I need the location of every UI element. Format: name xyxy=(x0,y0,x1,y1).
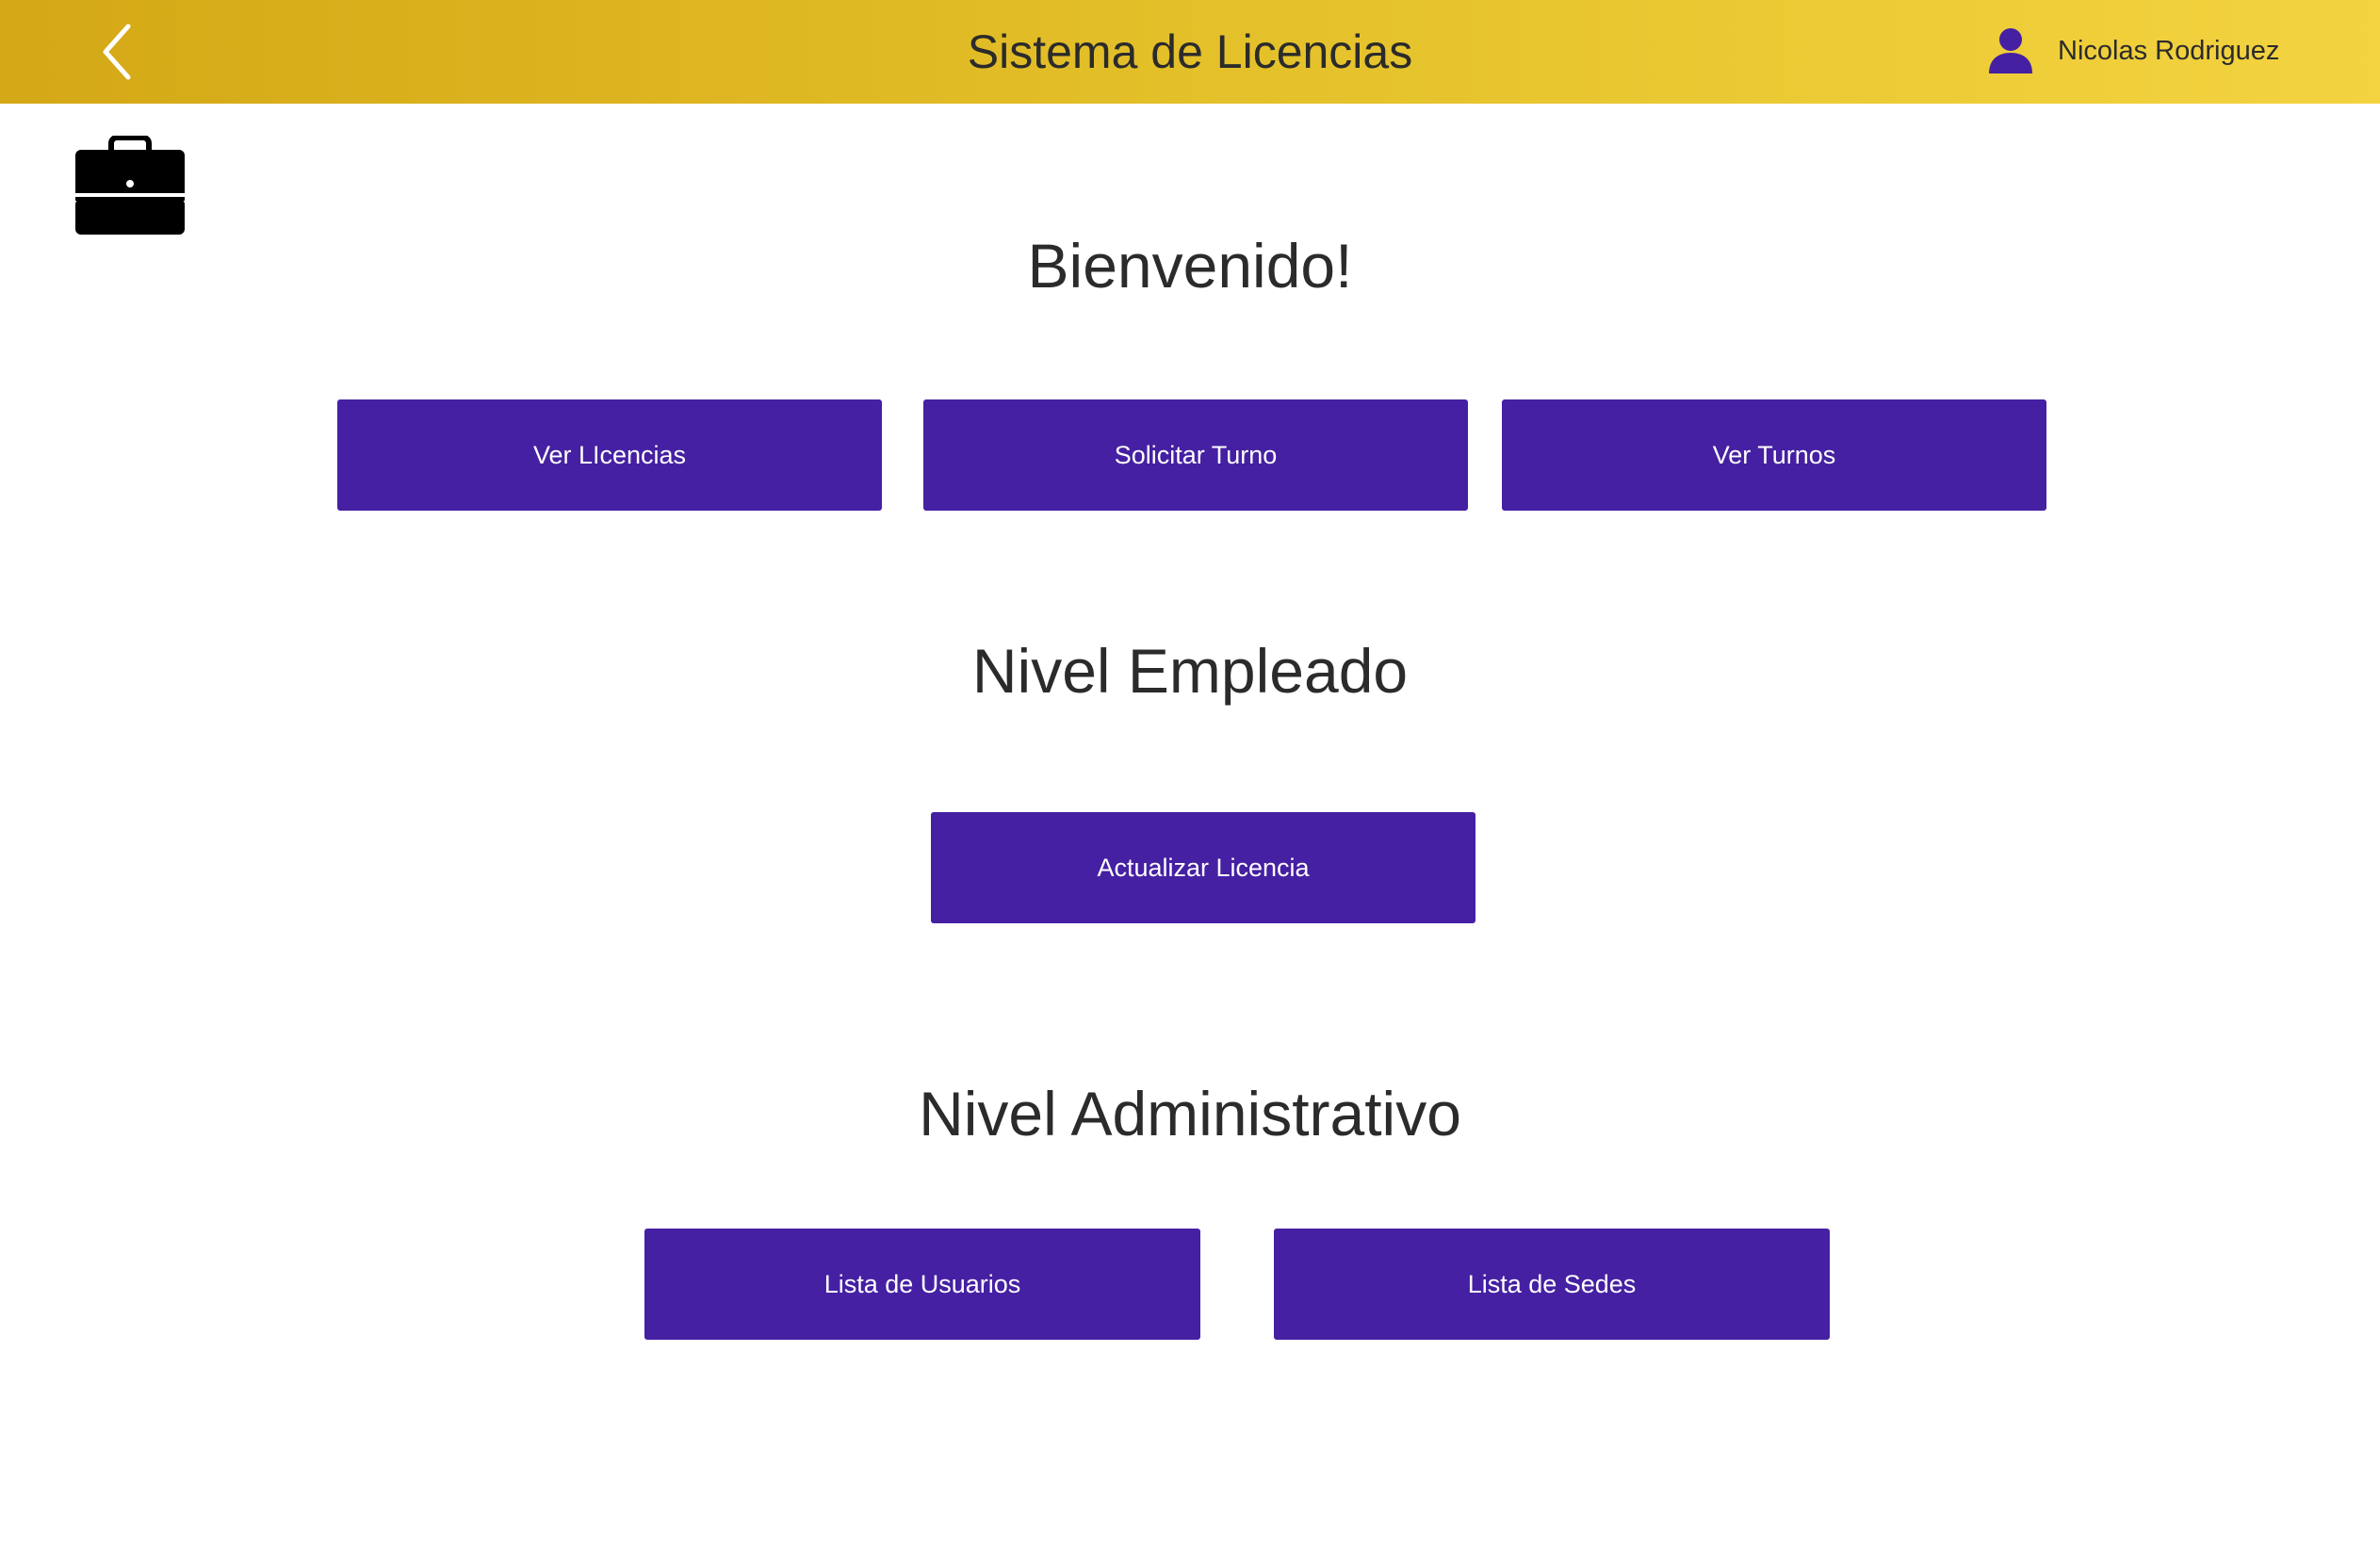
app-header: Sistema de Licencias Nicolas Rodriguez xyxy=(0,0,2380,104)
user-menu[interactable]: Nicolas Rodriguez xyxy=(1986,23,2279,79)
ver-licencias-button[interactable]: Ver LIcencias xyxy=(337,399,882,511)
actualizar-licencia-button[interactable]: Actualizar Licencia xyxy=(931,812,1475,923)
admin-level-heading: Nivel Administrativo xyxy=(919,1079,1461,1148)
solicitar-turno-button[interactable]: Solicitar Turno xyxy=(923,399,1468,511)
back-button[interactable] xyxy=(94,21,151,83)
chevron-left-icon xyxy=(103,24,131,80)
user-icon xyxy=(1989,28,2032,73)
ver-turnos-button[interactable]: Ver Turnos xyxy=(1502,399,2046,511)
welcome-heading: Bienvenido! xyxy=(1027,231,1353,301)
lista-usuarios-button[interactable]: Lista de Usuarios xyxy=(644,1229,1200,1340)
employee-level-heading: Nivel Empleado xyxy=(971,636,1409,706)
briefcase-icon xyxy=(73,136,187,236)
lista-sedes-button[interactable]: Lista de Sedes xyxy=(1274,1229,1830,1340)
user-name: Nicolas Rodriguez xyxy=(2058,35,2280,66)
